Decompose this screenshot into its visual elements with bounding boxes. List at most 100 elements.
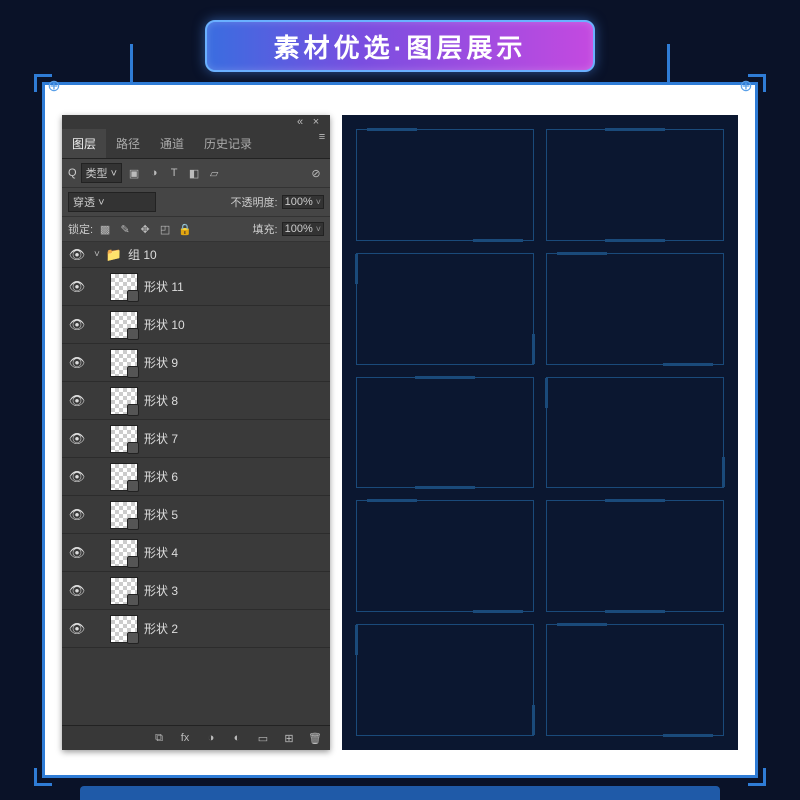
- filter-type-dropdown[interactable]: 类型 ˅: [81, 163, 123, 183]
- link-layers-icon[interactable]: ⧉: [150, 730, 168, 746]
- filter-toggle-icon[interactable]: ⊘: [308, 165, 324, 181]
- fill-value: 100%: [285, 223, 313, 235]
- layer-name: 形状 2: [144, 620, 178, 637]
- new-group-icon[interactable]: ▭: [254, 730, 272, 746]
- lock-position-icon[interactable]: ✥: [137, 221, 153, 237]
- layer-thumbnail: [110, 425, 138, 453]
- layer-row[interactable]: 👁 形状 7: [62, 420, 330, 458]
- tab-label: 路径: [116, 137, 140, 151]
- chevron-down-icon: ˅: [316, 224, 321, 234]
- layer-name: 组 10: [128, 246, 157, 263]
- hud-frame-preview: [356, 500, 534, 612]
- fx-label: fx: [181, 732, 190, 744]
- filter-label: 类型: [86, 168, 108, 180]
- layer-row[interactable]: 👁 形状 9: [62, 344, 330, 382]
- hud-frame-preview: [546, 624, 724, 736]
- visibility-eye-icon[interactable]: 👁: [69, 621, 86, 637]
- hud-frame-preview: [356, 624, 534, 736]
- opacity-input[interactable]: 100%˅: [282, 195, 324, 209]
- panel-tabs: 图层 路径 通道 历史记录 ≡: [62, 129, 330, 159]
- panel-titlebar: « ×: [62, 115, 330, 129]
- lock-artboard-icon[interactable]: ◰: [157, 221, 173, 237]
- visibility-eye-icon[interactable]: 👁: [69, 317, 86, 333]
- visibility-eye-icon[interactable]: 👁: [69, 355, 86, 371]
- opacity-label: 不透明度:: [231, 194, 278, 210]
- close-icon[interactable]: ×: [308, 114, 324, 130]
- layer-group-row[interactable]: 👁 ˅ 📁 组 10: [62, 242, 330, 268]
- chevron-down-icon: ˅: [98, 197, 104, 209]
- visibility-eye-icon[interactable]: 👁: [69, 431, 86, 447]
- layer-thumbnail: [110, 577, 138, 605]
- layer-mask-icon[interactable]: ◑: [202, 730, 220, 746]
- layer-row[interactable]: 👁 形状 5: [62, 496, 330, 534]
- visibility-eye-icon[interactable]: 👁: [69, 279, 86, 295]
- delete-layer-icon[interactable]: 🗑: [306, 730, 324, 746]
- layer-row[interactable]: 👁 形状 8: [62, 382, 330, 420]
- fill-input[interactable]: 100%˅: [282, 222, 324, 236]
- blend-mode-value: 穿透: [73, 197, 95, 209]
- visibility-eye-icon[interactable]: 👁: [69, 247, 86, 263]
- layer-thumbnail: [110, 501, 138, 529]
- layer-row[interactable]: 👁 形状 2: [62, 610, 330, 648]
- tab-label: 历史记录: [204, 137, 252, 151]
- content-area: « × 图层 路径 通道 历史记录 ≡ Q 类型 ˅ ▣ ◑ T ◧ ▱ ⊘ 穿…: [62, 115, 738, 750]
- filter-text-icon[interactable]: T: [166, 165, 182, 181]
- layer-name: 形状 6: [144, 468, 178, 485]
- tab-channels[interactable]: 通道: [150, 129, 194, 158]
- layer-name: 形状 4: [144, 544, 178, 561]
- layer-row[interactable]: 👁 形状 6: [62, 458, 330, 496]
- layer-thumbnail: [110, 273, 138, 301]
- hud-frame-preview: [546, 377, 724, 489]
- layer-row[interactable]: 👁 形状 3: [62, 572, 330, 610]
- lock-pixels-icon[interactable]: ▩: [97, 221, 113, 237]
- folder-icon: 📁: [106, 247, 122, 263]
- layer-fx-button[interactable]: fx: [176, 730, 194, 746]
- visibility-eye-icon[interactable]: 👁: [69, 469, 86, 485]
- filter-adjust-icon[interactable]: ◑: [146, 165, 162, 181]
- layer-thumbnail: [110, 349, 138, 377]
- layer-name: 形状 11: [144, 278, 184, 295]
- opacity-value: 100%: [285, 196, 313, 208]
- panel-menu-icon[interactable]: ≡: [314, 129, 330, 145]
- tab-label: 通道: [160, 137, 184, 151]
- layers-panel: « × 图层 路径 通道 历史记录 ≡ Q 类型 ˅ ▣ ◑ T ◧ ▱ ⊘ 穿…: [62, 115, 330, 750]
- layer-row[interactable]: 👁 形状 11: [62, 268, 330, 306]
- layer-thumbnail: [110, 539, 138, 567]
- filter-image-icon[interactable]: ▣: [126, 165, 142, 181]
- frame-bottom-bar: [80, 786, 720, 800]
- hud-frame-preview: [546, 129, 724, 241]
- layer-thumbnail: [110, 615, 138, 643]
- page-title: 素材优选·图层展示: [274, 28, 527, 65]
- chevron-down-icon: ˅: [316, 197, 321, 207]
- frame-connector-right: [667, 44, 670, 84]
- visibility-eye-icon[interactable]: 👁: [69, 583, 86, 599]
- search-icon: Q: [68, 167, 77, 179]
- adjustment-layer-icon[interactable]: ◐: [228, 730, 246, 746]
- layer-name: 形状 8: [144, 392, 178, 409]
- visibility-eye-icon[interactable]: 👁: [69, 393, 86, 409]
- hud-frame-preview: [546, 500, 724, 612]
- filter-shape-icon[interactable]: ◧: [186, 165, 202, 181]
- tab-paths[interactable]: 路径: [106, 129, 150, 158]
- panel-footer: ⧉ fx ◑ ◐ ▭ ⊞ 🗑: [62, 725, 330, 750]
- layer-name: 形状 3: [144, 582, 178, 599]
- lock-brush-icon[interactable]: ✎: [117, 221, 133, 237]
- new-layer-icon[interactable]: ⊞: [280, 730, 298, 746]
- chevron-down-icon[interactable]: ˅: [94, 249, 100, 260]
- tab-history[interactable]: 历史记录: [194, 129, 262, 158]
- blend-mode-dropdown[interactable]: 穿透 ˅: [68, 192, 156, 212]
- collapse-icon[interactable]: «: [292, 114, 308, 130]
- preview-canvas: [342, 115, 738, 750]
- registration-mark-icon: ⊕: [46, 78, 62, 94]
- filter-smart-icon[interactable]: ▱: [206, 165, 222, 181]
- visibility-eye-icon[interactable]: 👁: [69, 507, 86, 523]
- registration-mark-icon: ⊕: [738, 78, 754, 94]
- visibility-eye-icon[interactable]: 👁: [69, 545, 86, 561]
- layer-name: 形状 9: [144, 354, 178, 371]
- layer-row[interactable]: 👁 形状 4: [62, 534, 330, 572]
- lock-all-icon[interactable]: 🔒: [177, 221, 193, 237]
- hud-frame-preview: [356, 129, 534, 241]
- hud-frame-preview: [356, 253, 534, 365]
- layer-row[interactable]: 👁 形状 10: [62, 306, 330, 344]
- tab-layers[interactable]: 图层: [62, 129, 106, 158]
